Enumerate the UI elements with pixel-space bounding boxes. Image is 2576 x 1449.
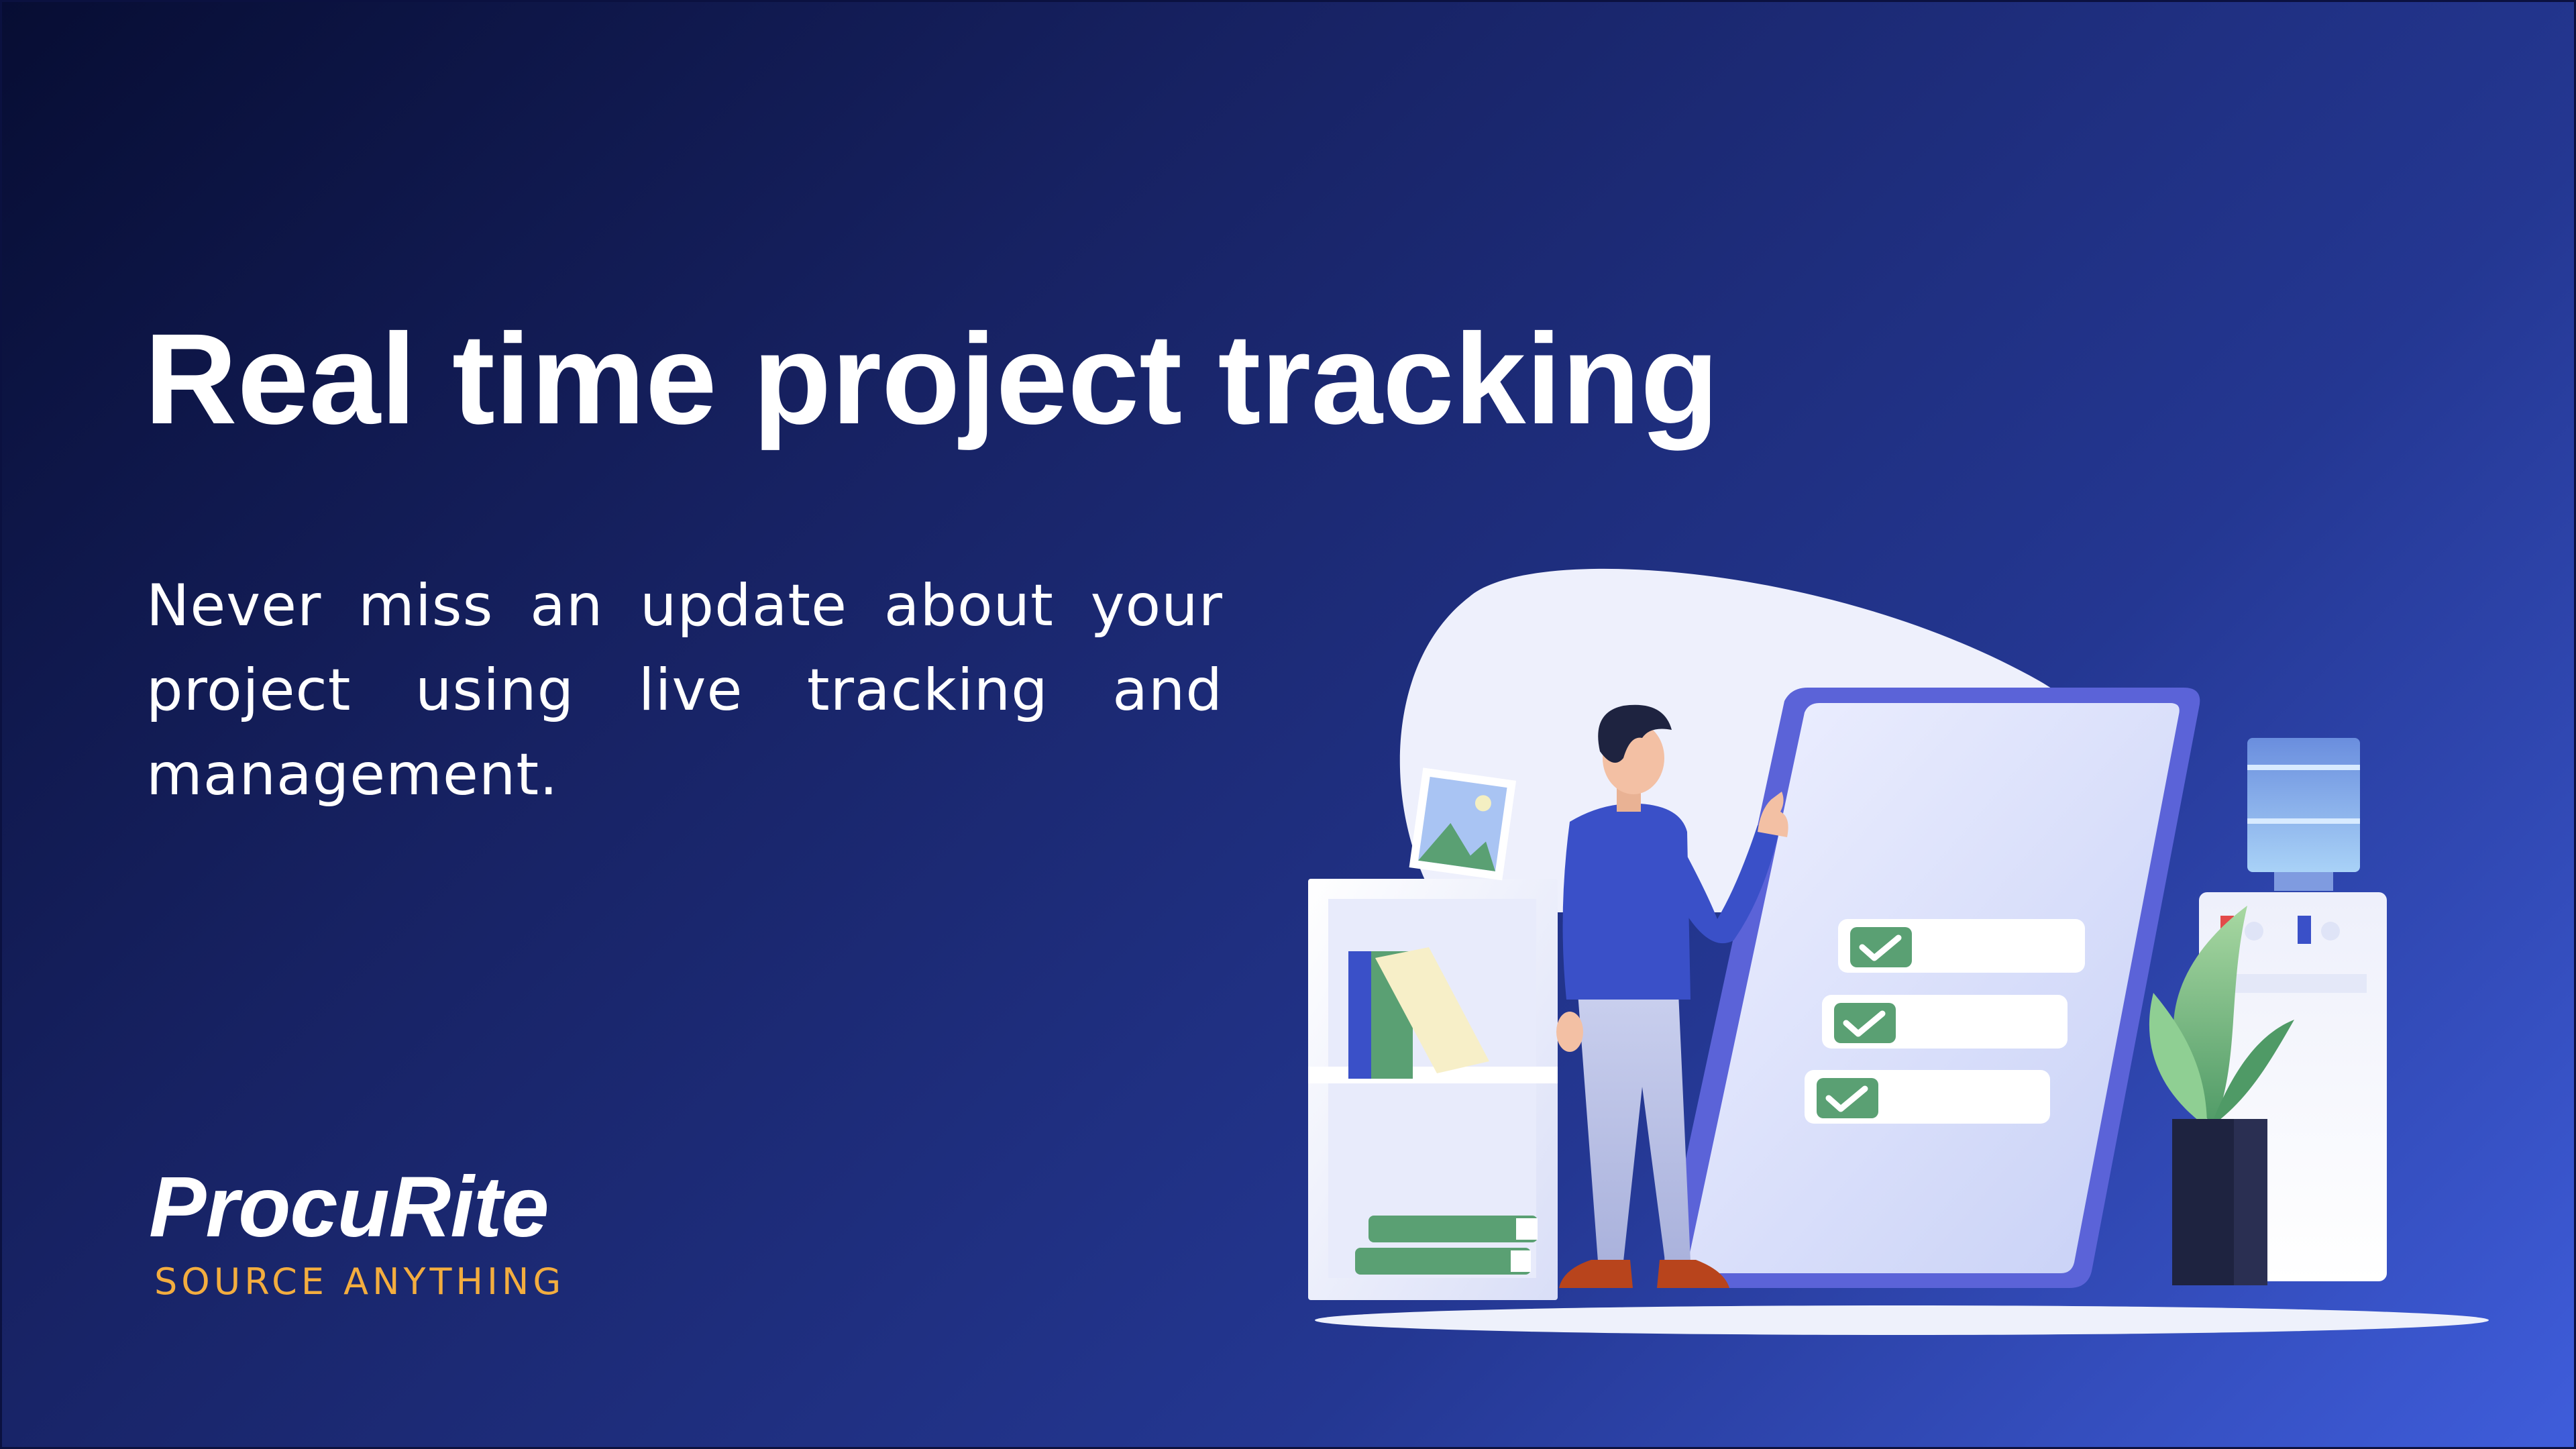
- brand-name: ProcuRite: [149, 1159, 549, 1255]
- brand-tagline: SOURCE ANYTHING: [154, 1260, 566, 1303]
- slide-title: Real time project tracking: [144, 307, 1719, 451]
- brand-logo: ProcuRite SOURCE ANYTHING: [149, 1161, 565, 1305]
- checklist-item: [1838, 919, 2085, 973]
- bookshelf-icon: [1308, 879, 1558, 1300]
- floor-shadow: [1315, 1305, 2489, 1335]
- checklist-item: [1805, 1070, 2050, 1124]
- checklist-item: [1822, 995, 2068, 1049]
- project-tracking-illustration: [1308, 568, 2489, 1335]
- picture-frame-icon: [1409, 767, 1517, 881]
- slide-description: Never miss an update about your project …: [146, 572, 1223, 808]
